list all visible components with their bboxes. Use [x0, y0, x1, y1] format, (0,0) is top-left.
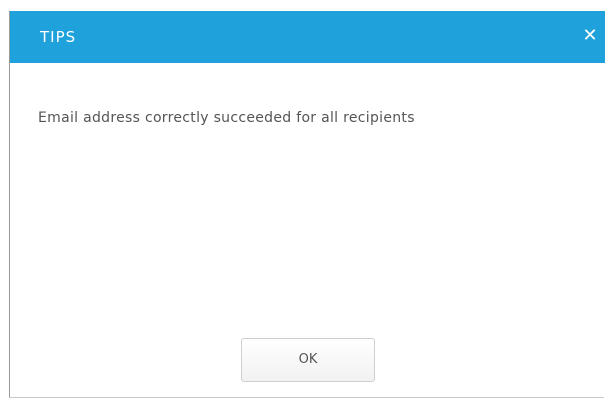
close-icon[interactable]: ✕ — [579, 25, 601, 47]
tips-dialog: TIPS ✕ Email address correctly succeeded… — [9, 11, 605, 398]
ok-button[interactable]: OK — [241, 338, 375, 382]
dialog-message: Email address correctly succeeded for al… — [38, 110, 415, 126]
dialog-title: TIPS — [40, 28, 77, 46]
dialog-titlebar: TIPS ✕ — [10, 11, 605, 63]
